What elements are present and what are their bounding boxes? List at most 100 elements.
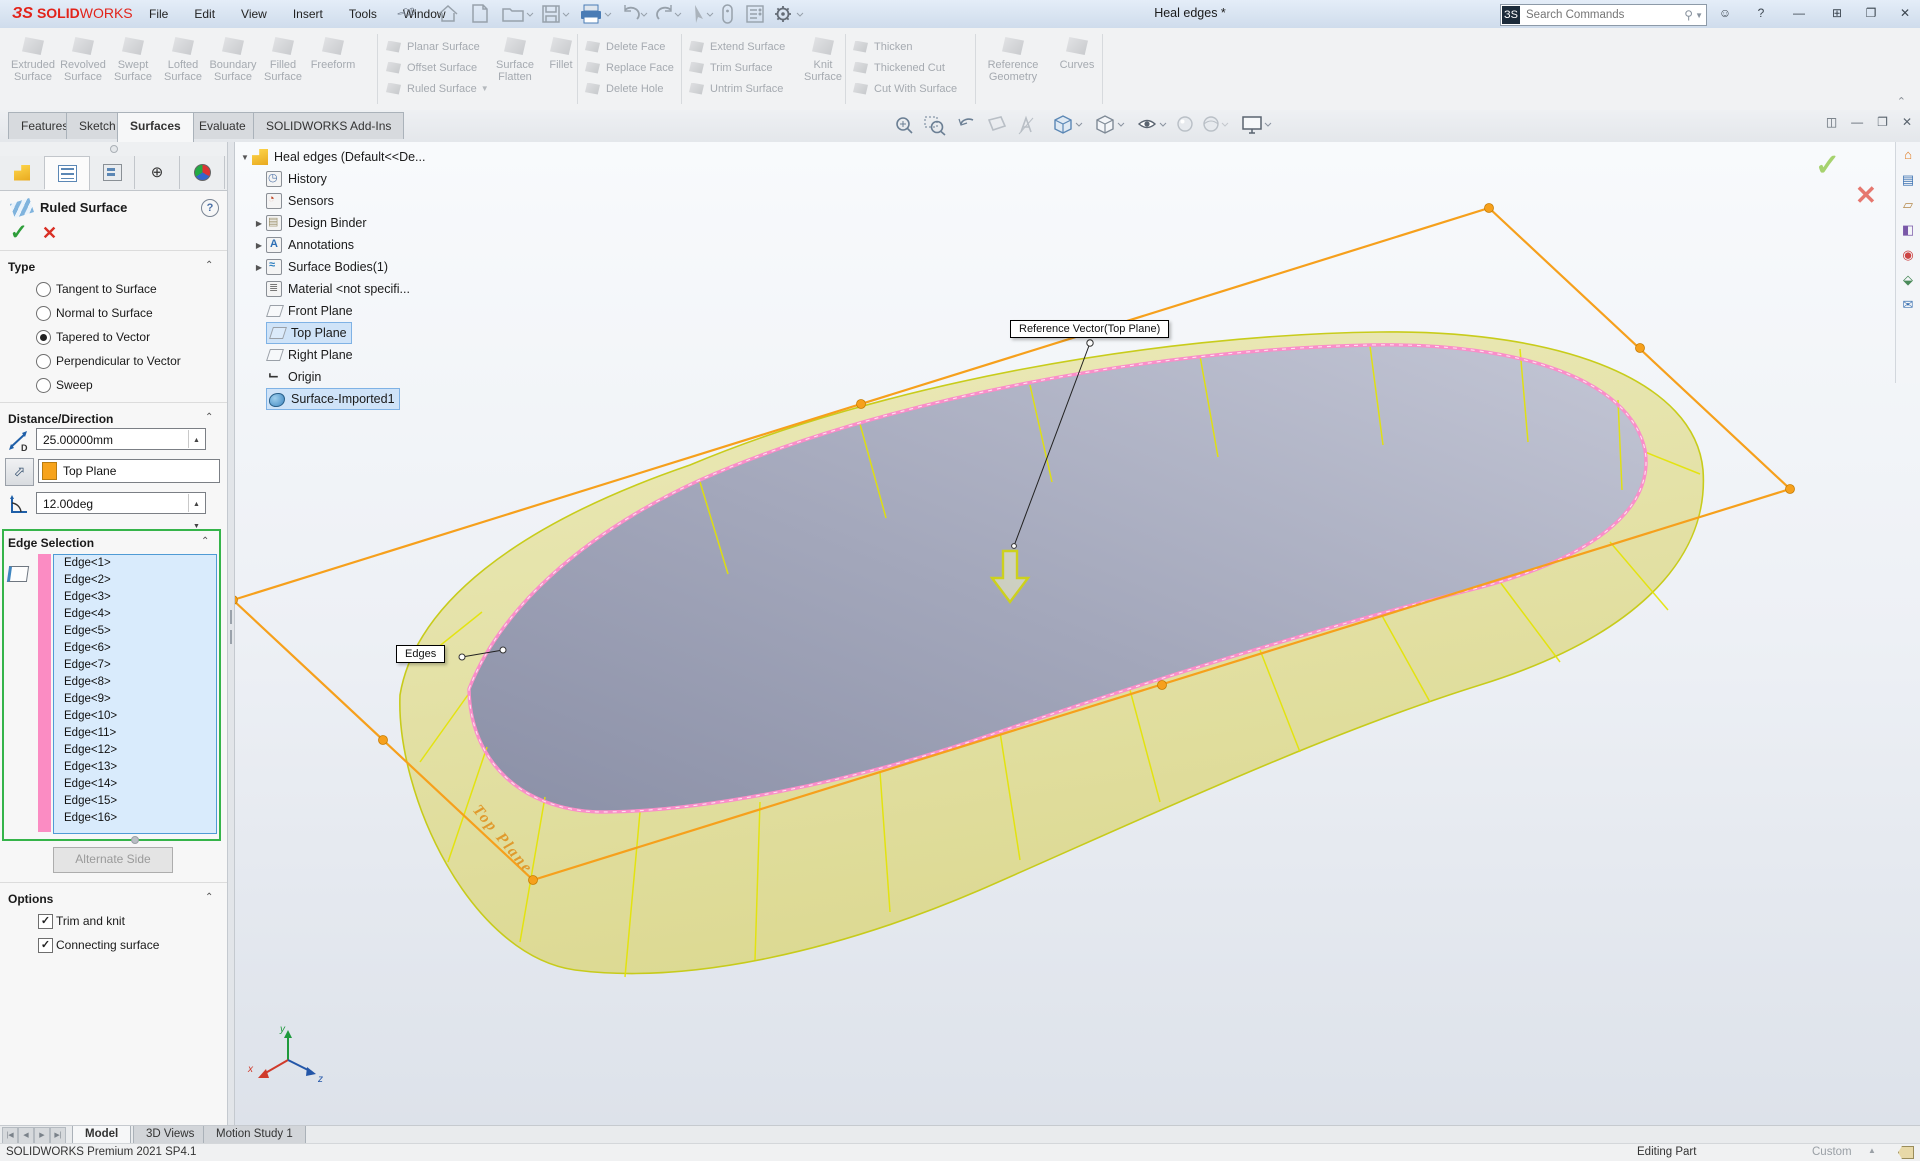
minimize-icon[interactable]: — bbox=[1786, 3, 1812, 24]
edge-item[interactable]: Edge<10> bbox=[54, 708, 216, 725]
appearances-icon[interactable]: ◉ bbox=[1902, 248, 1913, 262]
edge-item[interactable]: Edge<4> bbox=[54, 606, 216, 623]
tab-property-manager[interactable] bbox=[45, 156, 90, 190]
ribbon-row-button[interactable]: Offset Surface bbox=[386, 57, 489, 78]
expand-arrow-icon[interactable]: ▶ bbox=[252, 263, 266, 272]
ribbon-row-button[interactable]: Untrim Surface bbox=[689, 78, 785, 99]
ribbon-row-button[interactable]: Ruled Surface▼ bbox=[386, 78, 489, 99]
selected-tree-item[interactable]: Surface-Imported1 bbox=[266, 388, 400, 410]
close-icon[interactable]: ✕ bbox=[1892, 3, 1918, 24]
edge-item[interactable]: Edge<12> bbox=[54, 742, 216, 759]
edge-selection-listbox[interactable]: Edge<1>Edge<2>Edge<3>Edge<4>Edge<5>Edge<… bbox=[53, 554, 217, 834]
edge-item[interactable]: Edge<16> bbox=[54, 810, 216, 827]
tree-item-top-plane[interactable]: Top Plane bbox=[238, 322, 538, 344]
tree-item-surface-bodies[interactable]: ▶ Surface Bodies(1) bbox=[238, 256, 538, 278]
menu-item[interactable]: Edit bbox=[183, 0, 226, 28]
radio-tapered[interactable] bbox=[36, 330, 51, 345]
listbox-resize-handle[interactable] bbox=[131, 836, 139, 844]
forum-icon[interactable]: ✉ bbox=[1903, 298, 1914, 312]
edge-item[interactable]: Edge<13> bbox=[54, 759, 216, 776]
spinner[interactable]: ▲▼ bbox=[188, 430, 204, 448]
collapse-chevron-icon[interactable]: ⌃ bbox=[205, 260, 213, 271]
doc-close-icon[interactable]: ✕ bbox=[1902, 115, 1912, 129]
tree-item-annotations[interactable]: ▶ Annotations bbox=[238, 234, 538, 256]
tab-evaluate[interactable]: Evaluate bbox=[186, 112, 259, 139]
cancel-button[interactable]: ✕ bbox=[42, 223, 57, 244]
search-input[interactable] bbox=[1521, 8, 1684, 22]
ribbon-row-button[interactable]: Trim Surface bbox=[689, 57, 785, 78]
ribbon-large-button[interactable]: ExtrudedSurface bbox=[8, 34, 58, 83]
menu-item[interactable]: File bbox=[138, 0, 179, 28]
ribbon-large-button[interactable]: LoftedSurface bbox=[158, 34, 208, 83]
heads-up-view-toolbar[interactable] bbox=[893, 112, 1273, 140]
tree-item-material[interactable]: Material <not specifi... bbox=[238, 278, 538, 300]
tree-root[interactable]: ▼ Heal edges (Default<<De... bbox=[238, 146, 538, 168]
edge-item[interactable]: Edge<2> bbox=[54, 572, 216, 589]
edge-item[interactable]: Edge<1> bbox=[54, 555, 216, 572]
checkbox-connecting-surface[interactable]: ✓ bbox=[38, 938, 53, 953]
next-icon[interactable]: ▶ bbox=[34, 1127, 50, 1144]
edge-item[interactable]: Edge<9> bbox=[54, 691, 216, 708]
ribbon-row-button[interactable]: Replace Face bbox=[585, 57, 674, 78]
ribbon-row-button[interactable]: Planar Surface bbox=[386, 36, 489, 57]
first-icon[interactable]: |◀ bbox=[2, 1127, 18, 1144]
tag-icon[interactable] bbox=[1898, 1146, 1914, 1159]
tree-item-sensors[interactable]: Sensors bbox=[238, 190, 538, 212]
restore-icon[interactable]: ❐ bbox=[1858, 3, 1884, 24]
custom-properties-icon[interactable]: ⬙ bbox=[1903, 273, 1913, 287]
units-selector[interactable]: Custom bbox=[1812, 1146, 1852, 1158]
edge-item[interactable]: Edge<11> bbox=[54, 725, 216, 742]
help-icon[interactable]: ? bbox=[201, 199, 219, 217]
view-palette-icon[interactable]: ◧ bbox=[1902, 223, 1914, 237]
confirm-cancel-icon[interactable]: ✕ bbox=[1855, 180, 1877, 211]
ribbon-collapse-icon[interactable]: ⌃ bbox=[1897, 95, 1906, 108]
ribbon-row-button[interactable]: Thickened Cut bbox=[853, 57, 957, 78]
selected-tree-item[interactable]: Top Plane bbox=[266, 322, 352, 344]
edge-item[interactable]: Edge<7> bbox=[54, 657, 216, 674]
design-library-icon[interactable]: ▤ bbox=[1902, 173, 1914, 187]
tab-display-manager[interactable] bbox=[180, 156, 225, 189]
tab-feature-manager[interactable] bbox=[0, 156, 45, 189]
ribbon-row-button[interactable]: Delete Face bbox=[585, 36, 674, 57]
angle-field[interactable]: 12.00deg ▲▼ bbox=[36, 492, 206, 514]
panel-splitter[interactable] bbox=[227, 142, 235, 1125]
tab-dimxpert-manager[interactable]: ⊕ bbox=[135, 156, 180, 189]
ribbon-large-button[interactable]: SweptSurface bbox=[108, 34, 158, 83]
search-icon[interactable]: ⚲︎ bbox=[1684, 8, 1693, 22]
alternate-side-button[interactable]: Alternate Side bbox=[53, 847, 173, 873]
collapse-chevron-icon[interactable]: ⌃ bbox=[201, 536, 209, 547]
ribbon-large-button[interactable]: KnitSurface bbox=[800, 34, 846, 83]
file-explorer-icon[interactable]: ▱ bbox=[1903, 198, 1913, 212]
ok-button[interactable]: ✓ bbox=[10, 220, 28, 245]
section-type-header[interactable]: Type bbox=[8, 260, 35, 274]
direction-reference-field[interactable]: Top Plane bbox=[38, 459, 220, 483]
radio-tangent[interactable] bbox=[36, 282, 51, 297]
panel-grip[interactable] bbox=[0, 142, 227, 157]
ribbon-large-button[interactable]: Freeform bbox=[308, 34, 358, 83]
radio-normal[interactable] bbox=[36, 306, 51, 321]
search-dropdown-icon[interactable]: ▼ bbox=[1695, 11, 1703, 20]
section-distance-header[interactable]: Distance/Direction bbox=[8, 412, 113, 426]
checkbox-trim-and-knit[interactable]: ✓ bbox=[38, 914, 53, 929]
menu-item[interactable]: Insert bbox=[282, 0, 334, 28]
menu-item[interactable]: View bbox=[230, 0, 278, 28]
collapse-chevron-icon[interactable]: ⌃ bbox=[205, 892, 213, 903]
tab-3d-views[interactable]: 3D Views bbox=[133, 1126, 207, 1144]
confirm-ok-icon[interactable]: ✓ bbox=[1815, 148, 1840, 183]
tab-motion-study-1[interactable]: Motion Study 1 bbox=[203, 1126, 306, 1144]
reverse-direction-button[interactable]: ⬀ bbox=[5, 458, 34, 486]
tree-item-right-plane[interactable]: Right Plane bbox=[238, 344, 538, 366]
radio-sweep[interactable] bbox=[36, 378, 51, 393]
home-icon[interactable]: ⌂ bbox=[1904, 148, 1912, 162]
section-options-header[interactable]: Options bbox=[8, 892, 53, 906]
tree-item-surface-imported1[interactable]: Surface-Imported1 bbox=[238, 388, 538, 410]
edge-item[interactable]: Edge<3> bbox=[54, 589, 216, 606]
radio-perpendicular[interactable] bbox=[36, 354, 51, 369]
collapse-chevron-icon[interactable]: ⌃ bbox=[205, 412, 213, 423]
tab-surfaces[interactable]: Surfaces bbox=[117, 112, 194, 142]
ribbon-row-button[interactable]: Delete Hole bbox=[585, 78, 674, 99]
tab-configuration-manager[interactable] bbox=[90, 156, 135, 189]
ribbon-row-button[interactable]: Extend Surface bbox=[689, 36, 785, 57]
tree-item-history[interactable]: History bbox=[238, 168, 538, 190]
expand-arrow-icon[interactable]: ▶ bbox=[252, 219, 266, 228]
